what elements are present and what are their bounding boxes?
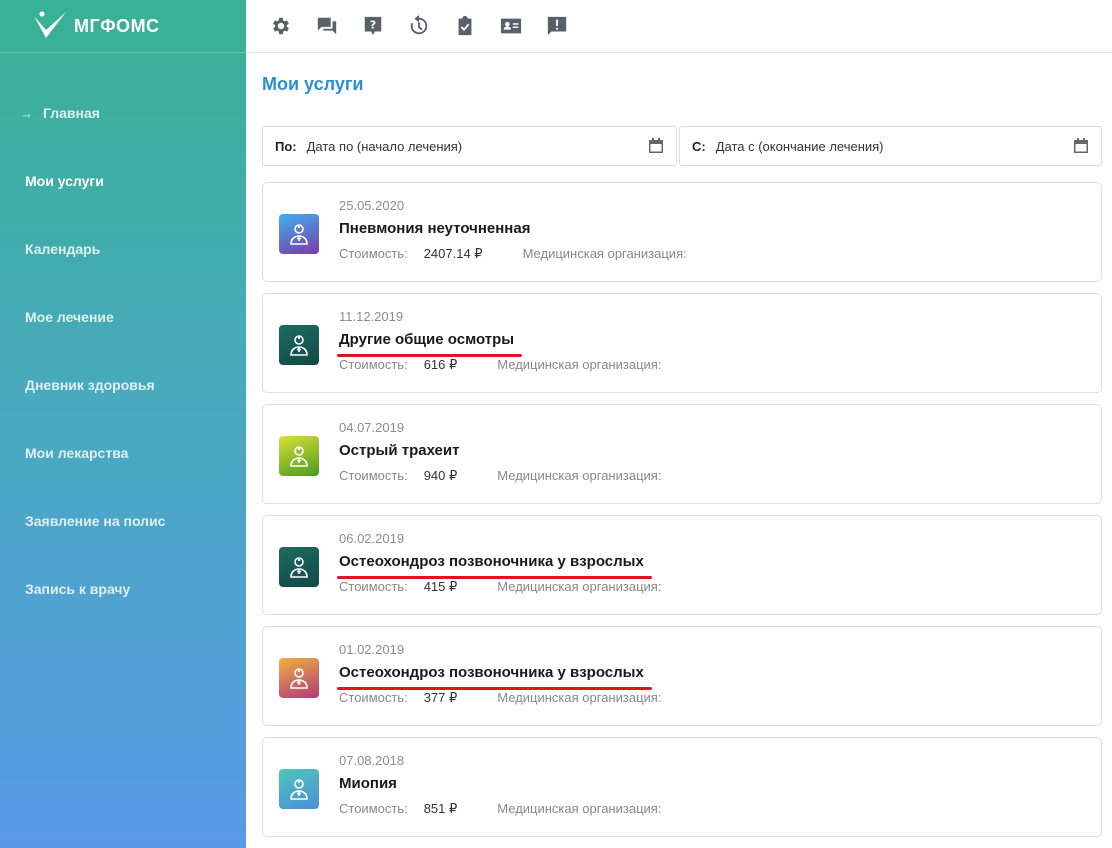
cost-label: Стоимость:: [339, 801, 408, 816]
history-icon[interactable]: [408, 15, 430, 37]
cost-value: 616 ₽: [423, 357, 458, 372]
chat-icon[interactable]: [316, 15, 338, 37]
date-from-field[interactable]: С: Дата с (окончание лечения): [679, 126, 1102, 166]
calendar-icon[interactable]: [1073, 138, 1089, 154]
sidebar-item-my-treatment[interactable]: Мое лечение: [0, 283, 246, 351]
service-title: Острый трахеит: [339, 442, 460, 459]
logo[interactable]: МГФОМС: [0, 0, 246, 53]
medical-org-label: Медицинская организация:: [497, 357, 662, 372]
service-meta: Стоимость: 377 ₽ Медицинская организация…: [339, 690, 1101, 706]
service-meta: Стоимость: 940 ₽ Медицинская организация…: [339, 468, 1101, 484]
medical-org-label: Медицинская организация:: [497, 690, 662, 705]
service-card[interactable]: 06.02.2019 Остеохондроз позвоночника у в…: [262, 515, 1102, 615]
top-toolbar: ?: [246, 0, 1112, 53]
sidebar-item-doctor-appointment[interactable]: Запись к врачу: [0, 555, 246, 623]
cost-value: 851 ₽: [423, 801, 458, 816]
feedback-icon[interactable]: [546, 15, 568, 37]
service-title: Другие общие осмотры: [336, 331, 523, 357]
arrow-right-icon: →: [20, 105, 33, 121]
service-meta: Стоимость: 415 ₽ Медицинская организация…: [339, 579, 1101, 595]
date-to-label: По:: [275, 138, 297, 154]
cost-value: 377 ₽: [423, 690, 458, 705]
cost-label: Стоимость:: [339, 357, 408, 372]
service-date: 07.08.2018: [339, 753, 405, 768]
logo-icon: [34, 11, 66, 38]
cost-value: 940 ₽: [423, 468, 458, 483]
service-title: Остеохондроз позвоночника у взрослых: [337, 553, 652, 579]
service-meta: Стоимость: 851 ₽ Медицинская организация…: [339, 801, 1101, 817]
svg-text:?: ?: [370, 18, 376, 31]
medical-org-label: Медицинская организация:: [497, 579, 662, 594]
sidebar-item-label: Главная: [43, 105, 100, 121]
gear-icon[interactable]: [270, 15, 292, 37]
sidebar-nav: → Главная Мои услуги Календарь Мое лечен…: [0, 79, 246, 623]
sidebar-item-label: Запись к врачу: [25, 581, 131, 597]
sidebar-item-label: Мои лекарства: [25, 445, 129, 461]
service-date: 11.12.2019: [339, 309, 404, 324]
service-card[interactable]: 11.12.2019 Другие общие осмотры Стоимост…: [262, 293, 1102, 393]
doctor-icon: [279, 547, 319, 587]
date-from-placeholder: Дата с (окончание лечения): [715, 138, 884, 154]
sidebar-item-home[interactable]: → Главная: [0, 79, 246, 147]
cost-value: 2407.14 ₽: [423, 246, 483, 261]
doctor-icon: [279, 325, 319, 365]
service-list: 25.05.2020 Пневмония неуточненная Стоимо…: [262, 182, 1102, 837]
service-title: Остеохондроз позвоночника у взрослых: [337, 664, 652, 690]
date-to-field[interactable]: По: Дата по (начало лечения): [262, 126, 677, 166]
sidebar-item-my-services[interactable]: Мои услуги: [0, 147, 246, 215]
page-title: Мои услуги: [262, 74, 364, 94]
cost-label: Стоимость:: [339, 690, 408, 705]
service-card[interactable]: 25.05.2020 Пневмония неуточненная Стоимо…: [262, 182, 1102, 282]
service-card[interactable]: 04.07.2019 Острый трахеит Стоимость: 940…: [262, 404, 1102, 504]
medical-org-label: Медицинская организация:: [497, 801, 662, 816]
contact-card-icon[interactable]: [500, 15, 522, 37]
sidebar-item-label: Дневник здоровья: [25, 377, 155, 393]
clipboard-check-icon[interactable]: [454, 15, 476, 37]
sidebar-item-label: Мои услуги: [25, 173, 104, 189]
sidebar-item-policy-application[interactable]: Заявление на полис: [0, 487, 246, 555]
sidebar: МГФОМС → Главная Мои услуги Календарь Мо…: [0, 0, 246, 848]
cost-value: 415 ₽: [423, 579, 458, 594]
main-content: Мои услуги По: Дата по (начало лечения) …: [262, 53, 1102, 848]
doctor-icon: [279, 436, 319, 476]
cost-label: Стоимость:: [339, 246, 408, 261]
service-meta: Стоимость: 2407.14 ₽ Медицинская организ…: [339, 246, 1101, 262]
date-filters: По: Дата по (начало лечения) С: Дата с (…: [262, 126, 1102, 166]
logo-text: МГФОМС: [74, 15, 160, 36]
doctor-icon: [279, 769, 319, 809]
service-date: 04.07.2019: [339, 420, 405, 435]
service-meta: Стоимость: 616 ₽ Медицинская организация…: [339, 357, 1101, 373]
sidebar-item-label: Мое лечение: [25, 309, 114, 325]
sidebar-item-label: Календарь: [25, 241, 101, 257]
doctor-icon: [279, 658, 319, 698]
date-from-label: С:: [692, 138, 706, 154]
service-date: 06.02.2019: [339, 531, 405, 546]
medical-org-label: Медицинская организация:: [497, 468, 662, 483]
cost-label: Стоимость:: [339, 468, 408, 483]
service-date: 01.02.2019: [339, 642, 405, 657]
service-title: Пневмония неуточненная: [339, 220, 531, 237]
service-title: Миопия: [339, 775, 397, 792]
cost-label: Стоимость:: [339, 579, 408, 594]
medical-org-label: Медицинская организация:: [522, 246, 687, 261]
sidebar-item-my-medicines[interactable]: Мои лекарства: [0, 419, 246, 487]
service-card[interactable]: 01.02.2019 Остеохондроз позвоночника у в…: [262, 626, 1102, 726]
sidebar-item-label: Заявление на полис: [25, 513, 166, 529]
sidebar-item-health-diary[interactable]: Дневник здоровья: [0, 351, 246, 419]
service-date: 25.05.2020: [339, 198, 405, 213]
sidebar-item-calendar[interactable]: Календарь: [0, 215, 246, 283]
doctor-icon: [279, 214, 319, 254]
help-icon[interactable]: ?: [362, 15, 384, 37]
calendar-icon[interactable]: [648, 138, 664, 154]
service-card[interactable]: 07.08.2018 Миопия Стоимость: 851 ₽ Медиц…: [262, 737, 1102, 837]
date-to-placeholder: Дата по (начало лечения): [306, 138, 463, 154]
